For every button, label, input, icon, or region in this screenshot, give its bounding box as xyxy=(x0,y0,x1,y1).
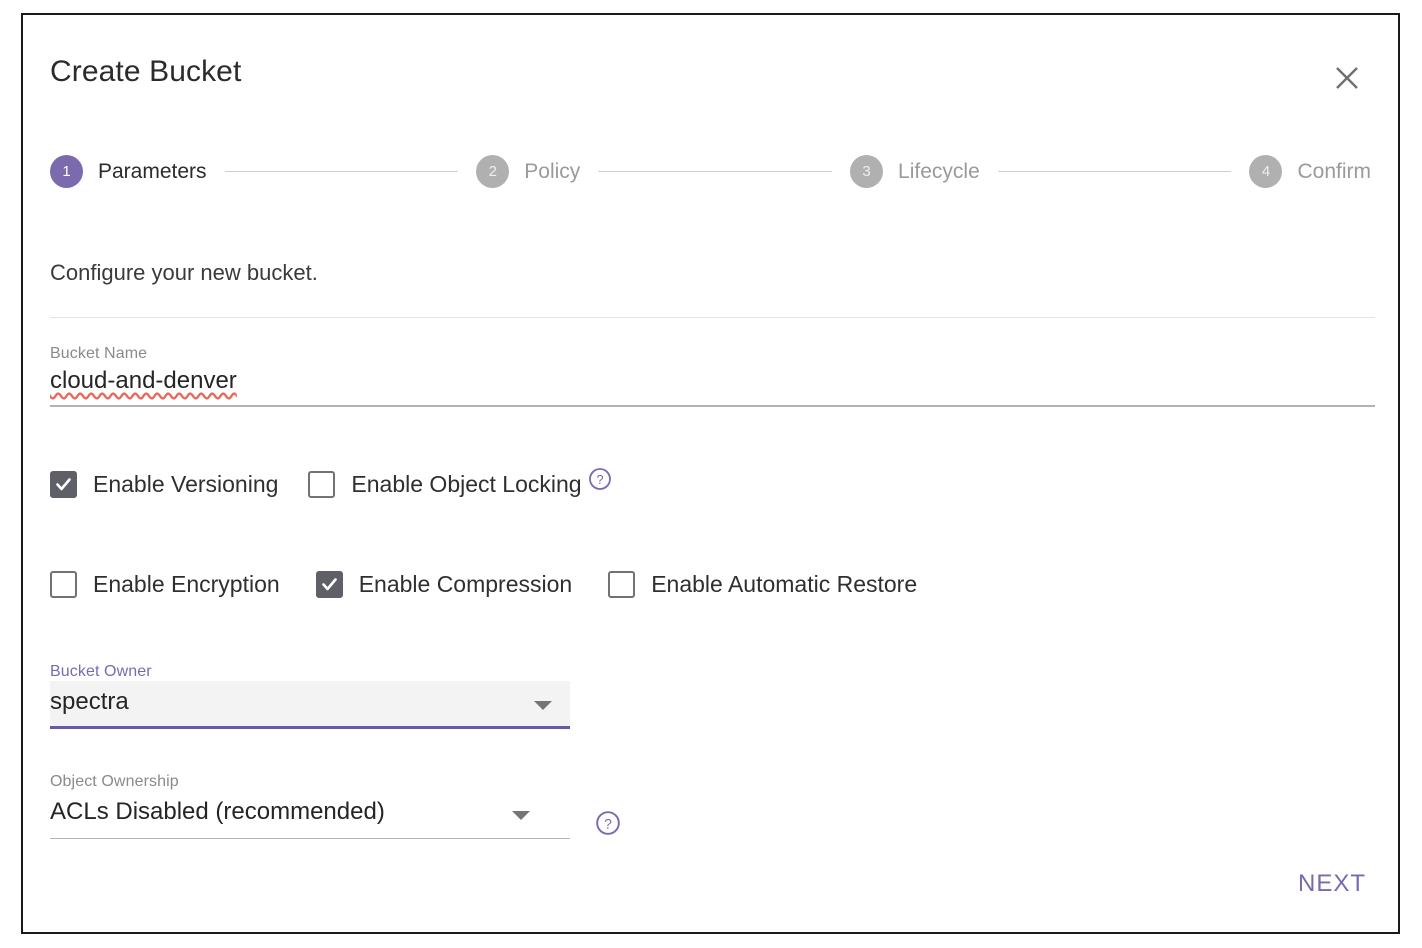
bucket-name-value: cloud-and-denver xyxy=(50,367,237,394)
step-2-label: Policy xyxy=(524,159,581,183)
step-2-policy[interactable]: 2 Policy xyxy=(476,155,580,188)
step-1-parameters[interactable]: 1 Parameters xyxy=(50,155,207,188)
checkbox-enable-encryption-label: Enable Encryption xyxy=(93,571,280,597)
step-1-label: Parameters xyxy=(98,159,207,183)
chevron-down-icon-bucket-owner xyxy=(534,701,552,710)
object-ownership-field: Object Ownership ACLs Disabled (recommen… xyxy=(50,773,570,839)
bucket-name-input[interactable]: cloud-and-denver xyxy=(50,363,1375,407)
header-divider xyxy=(50,317,1375,318)
checkbox-row-versioning: Enable Versioning Enable Object Locking … xyxy=(50,468,612,498)
checkbox-enable-automatic-restore[interactable]: Enable Automatic Restore xyxy=(608,571,917,598)
bucket-name-field: Bucket Name cloud-and-denver xyxy=(50,345,1375,407)
bucket-name-underline xyxy=(50,405,1375,407)
bucket-owner-label: Bucket Owner xyxy=(50,663,152,680)
checkbox-enable-compression-box[interactable] xyxy=(315,571,343,598)
object-ownership-select[interactable]: ACLs Disabled (recommended) xyxy=(50,791,570,839)
checkbox-enable-automatic-restore-box[interactable] xyxy=(608,571,636,598)
step-3-lifecycle[interactable]: 3 Lifecycle xyxy=(850,155,980,188)
step-connector-3 xyxy=(997,171,1232,172)
bucket-owner-field: Bucket Owner spectra xyxy=(50,663,570,729)
step-connector-1 xyxy=(224,171,459,172)
step-4-label: Confirm xyxy=(1297,159,1371,183)
step-1-number: 1 xyxy=(50,155,83,188)
svg-text:?: ? xyxy=(604,815,612,831)
step-3-label: Lifecycle xyxy=(898,159,980,183)
bucket-owner-underline xyxy=(50,726,570,729)
step-2-number: 2 xyxy=(476,155,510,188)
checkbox-enable-automatic-restore-label: Enable Automatic Restore xyxy=(651,571,918,597)
checkbox-enable-versioning-box[interactable] xyxy=(50,471,77,498)
step-connector-2 xyxy=(598,171,833,172)
checkbox-row-storage-options: Enable Encryption Enable Compression Ena… xyxy=(50,571,917,598)
checkbox-enable-compression[interactable]: Enable Compression xyxy=(315,571,573,598)
bucket-owner-select[interactable]: spectra xyxy=(50,681,570,729)
checkbox-enable-versioning[interactable]: Enable Versioning xyxy=(50,471,278,498)
object-ownership-underline xyxy=(50,838,570,839)
checkbox-enable-versioning-label: Enable Versioning xyxy=(93,471,279,497)
checkbox-enable-encryption-box[interactable] xyxy=(50,571,77,598)
checkbox-enable-encryption[interactable]: Enable Encryption xyxy=(50,571,280,598)
help-icon-object-ownership[interactable]: ? xyxy=(595,810,621,836)
page-title: Create Bucket xyxy=(50,55,242,88)
checkbox-enable-compression-label: Enable Compression xyxy=(358,571,573,597)
wizard-stepper: 1 Parameters 2 Policy 3 Lifecycle 4 Conf… xyxy=(50,155,1371,188)
bucket-name-label: Bucket Name xyxy=(50,345,148,362)
step-4-number: 4 xyxy=(1249,155,1283,188)
step-4-confirm[interactable]: 4 Confirm xyxy=(1249,155,1371,188)
checkbox-enable-object-locking-label: Enable Object Locking xyxy=(351,471,582,497)
object-ownership-value: ACLs Disabled (recommended) xyxy=(50,798,385,825)
bucket-owner-value: spectra xyxy=(50,688,129,715)
svg-text:?: ? xyxy=(596,472,603,487)
create-bucket-dialog: Create Bucket 1 Parameters 2 Policy 3 Li… xyxy=(21,13,1400,934)
chevron-down-icon-object-ownership xyxy=(512,811,530,820)
step-3-number: 3 xyxy=(850,155,884,188)
object-ownership-label: Object Ownership xyxy=(50,773,179,790)
dialog-header: Create Bucket xyxy=(23,15,1398,133)
close-icon[interactable] xyxy=(1330,61,1364,95)
checkbox-enable-object-locking[interactable]: Enable Object Locking ? xyxy=(308,468,611,498)
dialog-description: Configure your new bucket. xyxy=(50,260,318,285)
next-button[interactable]: NEXT xyxy=(1290,866,1374,902)
checkbox-enable-object-locking-box[interactable] xyxy=(308,471,336,498)
help-icon-object-locking[interactable]: ? xyxy=(588,467,612,491)
